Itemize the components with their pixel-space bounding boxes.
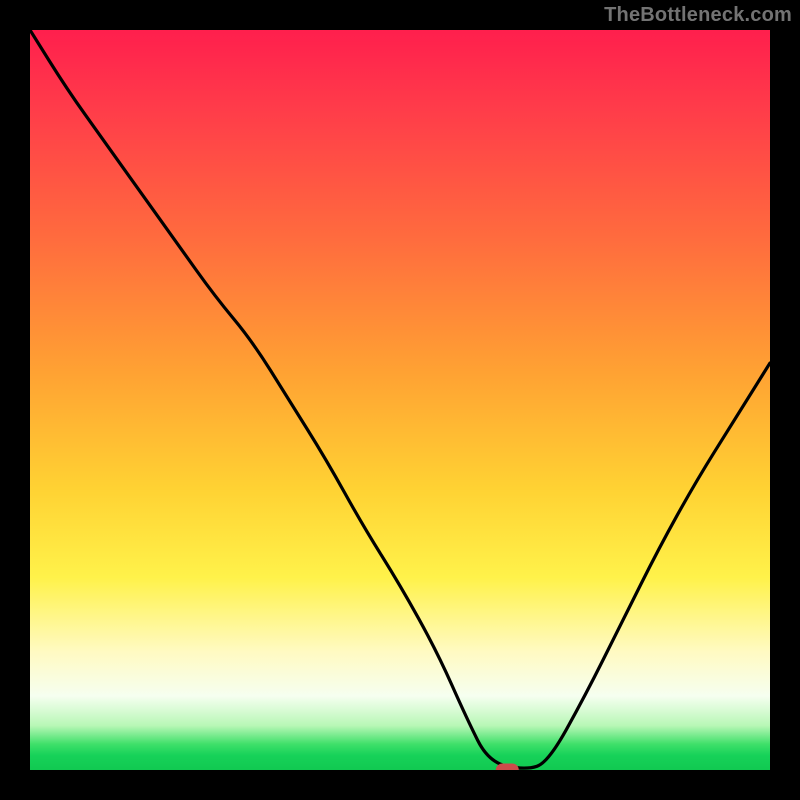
watermark-text: TheBottleneck.com — [604, 4, 792, 27]
chart-stage: TheBottleneck.com — [0, 0, 800, 800]
bottleneck-curve-svg — [30, 30, 770, 770]
plot-area — [30, 30, 770, 770]
optimal-point-marker — [496, 764, 518, 770]
bottleneck-curve-path — [30, 30, 770, 768]
